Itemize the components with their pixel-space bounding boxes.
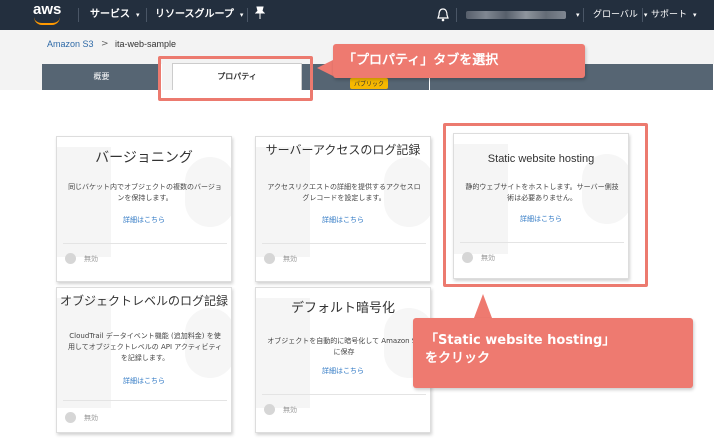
top-nav: aws サービス ▾ リソースグループ ▾ ▾ グローバル ▾ サポート ▾: [0, 0, 714, 30]
hosting-card-highlight: [443, 123, 648, 287]
learn-more-link[interactable]: 詳細はこちら: [57, 215, 231, 225]
card-status: 無効: [65, 412, 98, 423]
nav-divider: [456, 8, 457, 22]
chevron-down-icon: ▾: [576, 11, 580, 19]
hosting-callout-line2: をクリック: [425, 351, 491, 366]
card-description: CloudTrail データイベント機能 (追加料金) を使用してオブジェクトレ…: [67, 332, 223, 362]
status-label: 無効: [84, 254, 98, 263]
chevron-down-icon: ▾: [239, 11, 244, 19]
card-title: オブジェクトレベルのログ記録: [59, 294, 228, 308]
status-label: 無効: [283, 405, 297, 414]
breadcrumb-separator: >: [101, 39, 109, 49]
card-title: バージョニング: [95, 150, 193, 166]
card-description: アクセスリクエストの詳細を提供するアクセスログレコードを設定します。: [267, 183, 421, 202]
breadcrumb-current: ita-web-sample: [115, 39, 177, 49]
breadcrumb-s3-link[interactable]: Amazon S3: [47, 30, 94, 58]
nav-divider: [247, 8, 248, 22]
status-label: 無効: [84, 413, 98, 422]
card-title: サーバーアクセスのログ記録: [265, 143, 421, 157]
callout-pointer: [317, 60, 333, 76]
learn-more-link[interactable]: 詳細はこちら: [57, 376, 231, 386]
services-label: サービス: [90, 9, 130, 20]
support-menu[interactable]: サポート ▾: [651, 0, 697, 30]
tab-callout: 「プロパティ」タブを選択: [333, 44, 585, 78]
tab-overview[interactable]: 概要: [42, 64, 162, 90]
account-caret[interactable]: ▾: [570, 0, 580, 30]
status-radio-icon: [65, 253, 76, 264]
chevron-down-icon: ▾: [643, 11, 648, 19]
hosting-callout-line1: 「Static website hosting」: [425, 333, 616, 348]
aws-logo[interactable]: aws: [33, 2, 65, 28]
learn-more-link[interactable]: 詳細はこちら: [256, 215, 430, 225]
logo-smile-icon: [34, 17, 60, 25]
status-label: 無効: [283, 254, 297, 263]
versioning-card[interactable]: バージョニング 同じバケット内でオブジェクトの複数のバージョンを保持します。 詳…: [56, 136, 232, 282]
card-status: 無効: [264, 404, 297, 415]
status-radio-icon: [264, 253, 275, 264]
callout-pointer: [474, 294, 492, 318]
card-description: オブジェクトを自動的に暗号化して Amazon S3 に保存: [267, 337, 421, 356]
server-access-logging-card[interactable]: サーバーアクセスのログ記録 アクセスリクエストの詳細を提供するアクセスログレコー…: [255, 136, 431, 282]
learn-more-link[interactable]: 詳細はこちら: [256, 366, 430, 376]
nav-divider: [642, 8, 643, 22]
properties-tab-highlight: [158, 56, 313, 101]
region-menu[interactable]: グローバル ▾: [593, 0, 647, 30]
card-description: 同じバケット内でオブジェクトの複数のバージョンを保持します。: [68, 183, 222, 202]
nav-divider: [583, 8, 584, 22]
hosting-callout: 「Static website hosting」 をクリック: [413, 318, 693, 388]
card-title: デフォルト暗号化: [290, 301, 395, 316]
default-encryption-card[interactable]: デフォルト暗号化 オブジェクトを自動的に暗号化して Amazon S3 に保存 …: [255, 287, 431, 433]
account-menu[interactable]: [466, 11, 566, 19]
status-radio-icon: [264, 404, 275, 415]
card-divider: [262, 243, 426, 244]
resource-groups-menu[interactable]: リソースグループ ▾: [155, 0, 243, 30]
nav-divider: [78, 8, 79, 22]
pin-icon[interactable]: [254, 6, 266, 23]
region-label: グローバル: [593, 10, 638, 20]
chevron-down-icon: ▾: [693, 11, 697, 19]
card-divider: [63, 243, 227, 244]
card-status: 無効: [264, 253, 297, 264]
resource-groups-label: リソースグループ: [155, 9, 234, 20]
nav-divider: [146, 8, 147, 22]
status-radio-icon: [65, 412, 76, 423]
chevron-down-icon: ▾: [136, 11, 140, 19]
services-menu[interactable]: サービス ▾: [90, 0, 140, 30]
card-divider: [63, 400, 227, 401]
public-badge: パブリック: [350, 78, 389, 89]
card-divider: [262, 394, 426, 395]
support-label: サポート: [651, 10, 688, 20]
card-status: 無効: [65, 253, 98, 264]
bell-icon[interactable]: [437, 7, 449, 22]
object-level-logging-card[interactable]: オブジェクトレベルのログ記録 CloudTrail データイベント機能 (追加料…: [56, 287, 232, 433]
logo-text: aws: [33, 1, 62, 18]
